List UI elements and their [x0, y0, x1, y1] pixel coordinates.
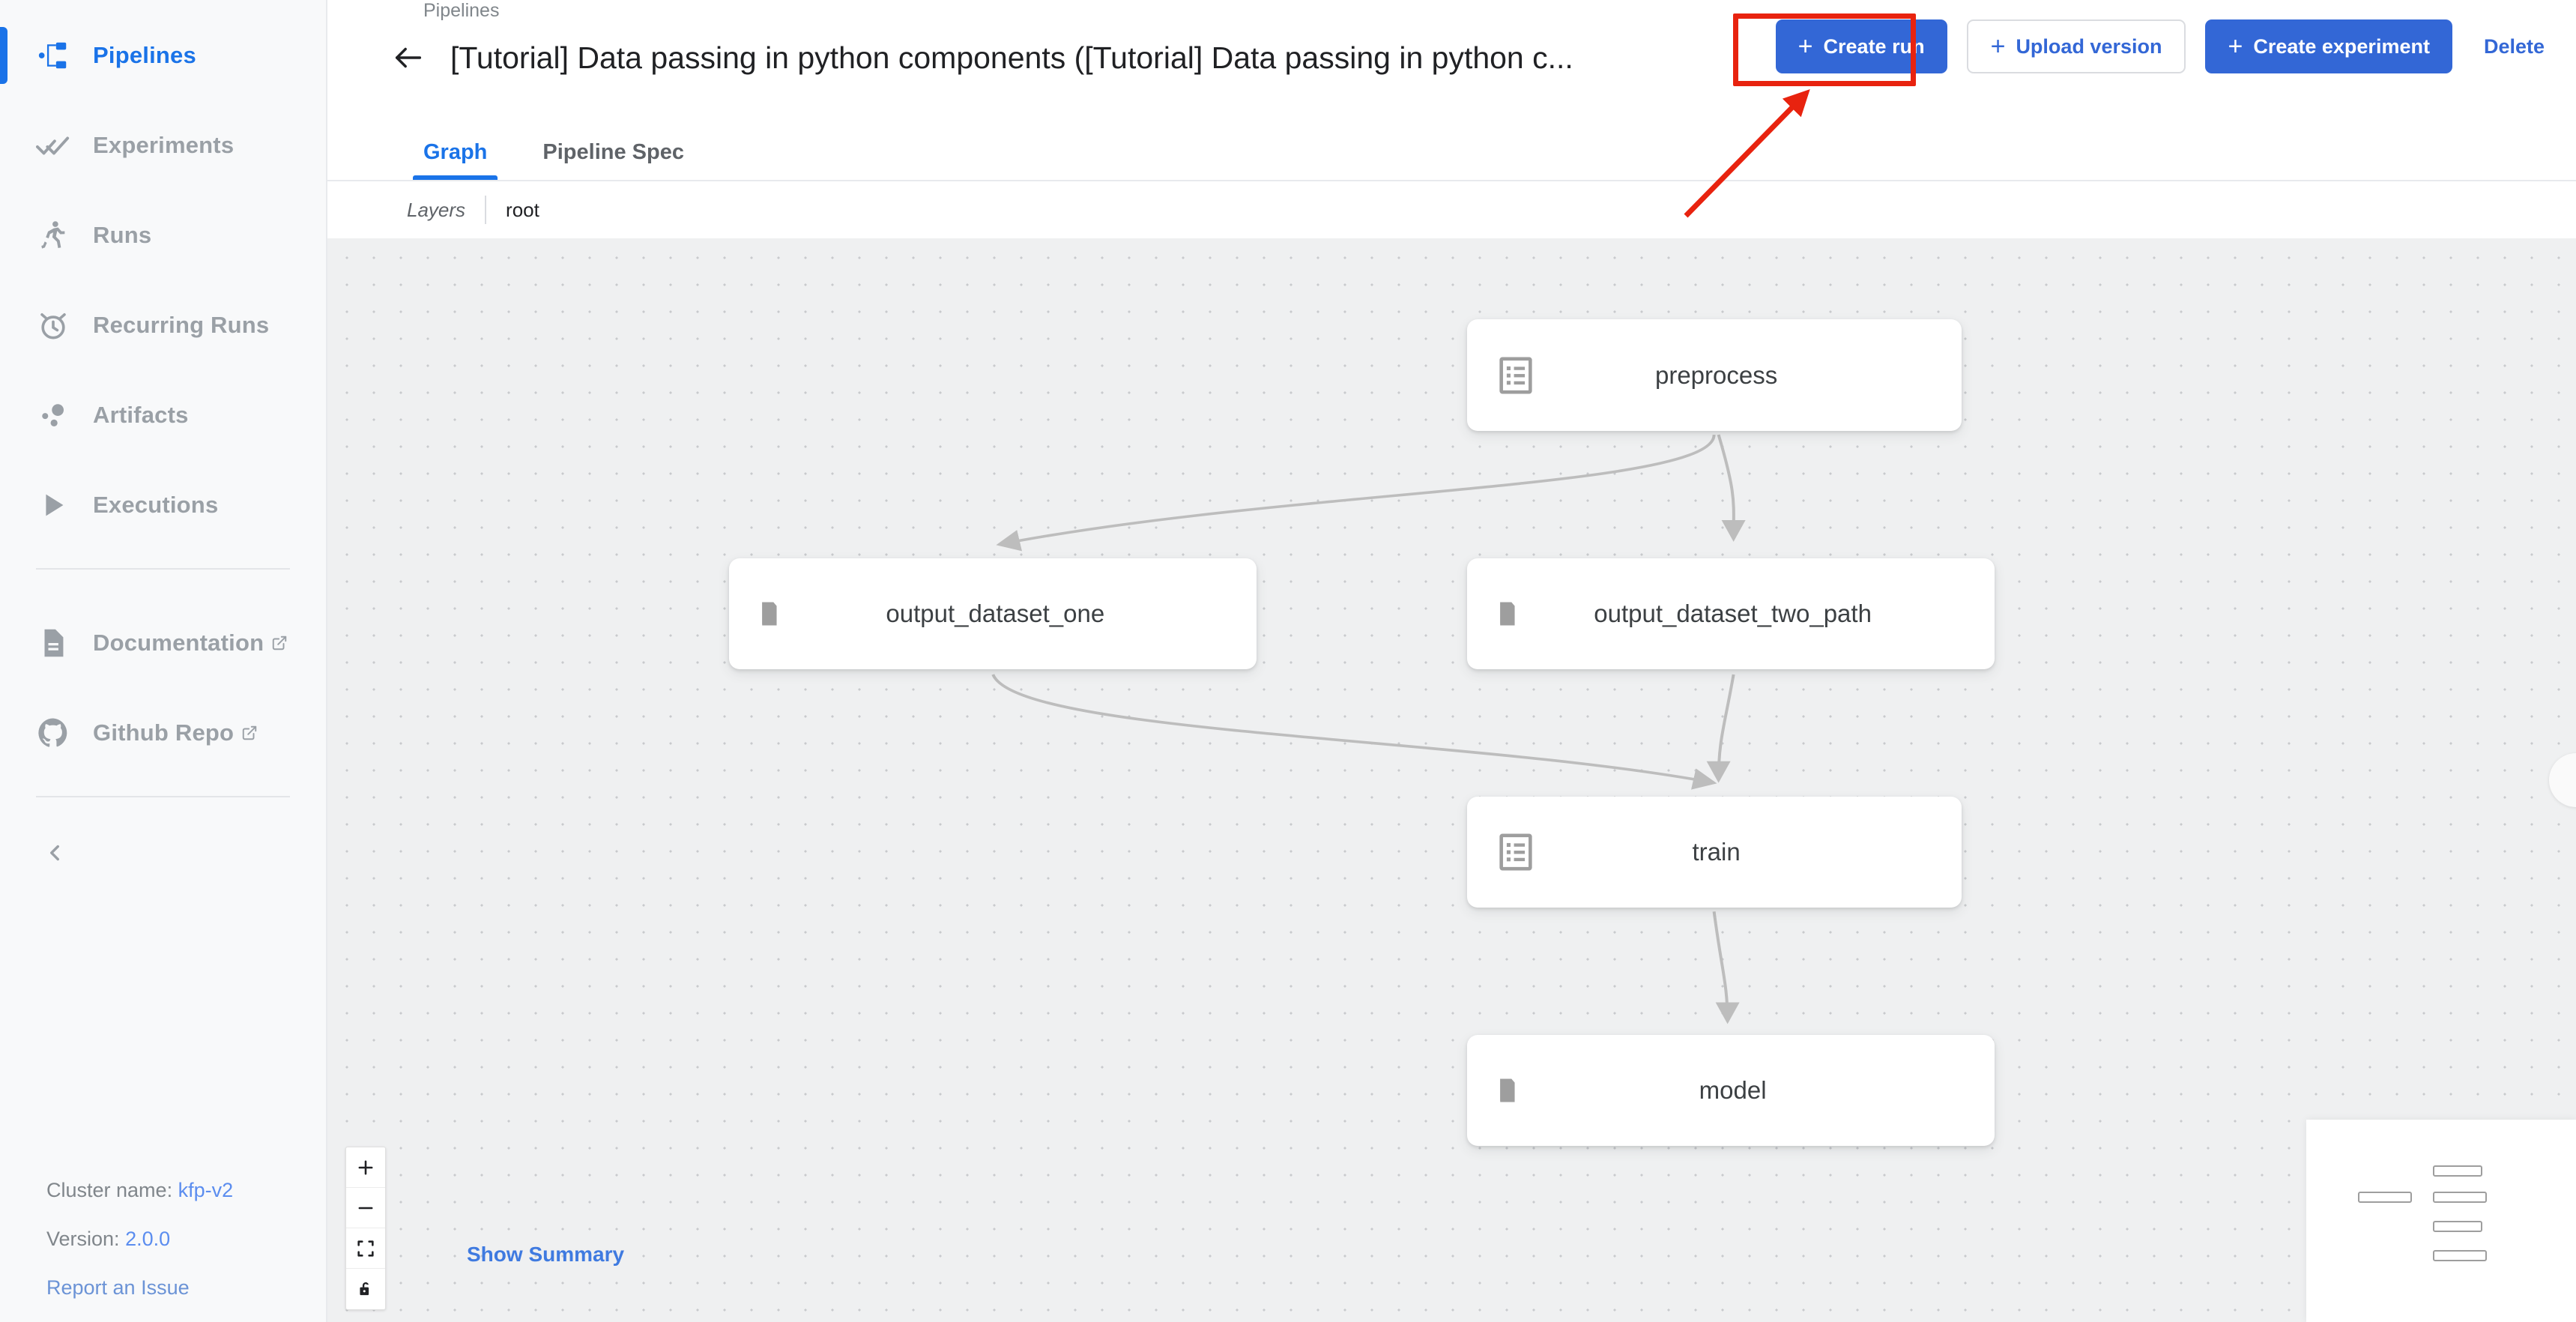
sidebar-item-runs[interactable]: Runs: [0, 190, 326, 280]
show-summary-link[interactable]: Show Summary: [467, 1243, 624, 1267]
experiments-icon: [36, 128, 82, 163]
runs-icon: [36, 218, 82, 253]
sidebar: Pipelines Experiments Runs Recurring Runs Ar…: [0, 0, 327, 1322]
graph-canvas[interactable]: preprocess output_dataset_one output_datas…: [327, 238, 2576, 1322]
app-root: Pipelines Experiments Runs Recurring Runs Ar…: [0, 0, 2576, 1322]
minimap-node: [2433, 1165, 2482, 1177]
recurring-runs-icon: [36, 308, 82, 342]
graph-node-label: train: [1692, 837, 1741, 866]
layers-label: Layers: [407, 198, 466, 221]
main-content: Pipelines [Tutorial] Data passing in pyt…: [327, 0, 2576, 1322]
sidebar-item-experiments[interactable]: Experiments: [0, 100, 326, 190]
graph-node-label: output_dataset_two_path: [1594, 599, 1872, 627]
sidebar-active-indicator: [0, 27, 7, 84]
sidebar-collapse-button[interactable]: [0, 815, 326, 890]
folder-icon: [1493, 591, 1539, 637]
back-arrow-icon[interactable]: [387, 37, 429, 79]
sidebar-nav: Pipelines Experiments Runs Recurring Runs Ar…: [0, 0, 326, 550]
minimap-node: [2358, 1192, 2412, 1203]
version-value[interactable]: 2.0.0: [125, 1228, 170, 1250]
graph-node-label: preprocess: [1654, 360, 1778, 389]
sidebar-item-label: Artifacts: [93, 402, 189, 428]
sidebar-divider-1: [36, 568, 290, 570]
breadcrumb[interactable]: Pipelines: [423, 0, 499, 22]
sidebar-footer: Cluster name: kfp-v2 Version: 2.0.0 Repo…: [0, 1179, 326, 1322]
delete-button[interactable]: Delete: [2472, 19, 2557, 73]
layers-separator: [485, 196, 487, 224]
sidebar-item-executions[interactable]: Executions: [0, 460, 326, 550]
upload-version-button[interactable]: + Upload version: [1966, 19, 2186, 73]
button-label: Delete: [2483, 34, 2545, 58]
sidebar-link-github-repo[interactable]: Github Repo: [0, 688, 326, 778]
chevron-left-icon: [42, 840, 67, 866]
sidebar-item-label: Experiments: [93, 132, 235, 158]
sidebar-item-recurring-runs[interactable]: Recurring Runs: [0, 280, 326, 370]
sidebar-link-documentation[interactable]: Documentation: [0, 598, 326, 688]
sidebar-item-label: Recurring Runs: [93, 312, 270, 338]
sidebar-link-label: Documentation: [93, 630, 264, 656]
sidebar-item-pipelines[interactable]: Pipelines: [0, 10, 326, 100]
folder-icon: [1493, 1067, 1539, 1114]
minimap-node: [2433, 1250, 2487, 1261]
tab-pipeline-spec[interactable]: Pipeline Spec: [526, 140, 701, 180]
version-line: Version: 2.0.0: [46, 1228, 326, 1251]
zoom-in-button[interactable]: [346, 1147, 385, 1188]
folder-icon: [755, 591, 801, 637]
create-experiment-button[interactable]: + Create experiment: [2205, 19, 2452, 73]
tab-graph[interactable]: Graph: [407, 140, 504, 180]
graph-minimap[interactable]: [2306, 1120, 2576, 1322]
sidebar-divider-2: [36, 796, 290, 797]
sidebar-item-label: Executions: [93, 492, 219, 518]
external-link-icon: [271, 635, 288, 651]
graph-edges: [991, 434, 1746, 1024]
plus-icon: +: [2228, 32, 2243, 61]
fit-screen-button[interactable]: [346, 1228, 385, 1269]
graph-node-output_dataset_one[interactable]: output_dataset_one: [729, 558, 1257, 669]
sidebar-link-label: Github Repo: [93, 719, 235, 746]
sidebar-item-artifacts[interactable]: Artifacts: [0, 370, 326, 460]
github-icon: [36, 716, 82, 750]
report-an-issue-link[interactable]: Report an Issue: [46, 1276, 326, 1300]
cluster-name-label: Cluster name:: [46, 1179, 178, 1201]
graph-node-model[interactable]: model: [1466, 1034, 1995, 1146]
executions-icon: [36, 488, 82, 522]
version-label: Version:: [46, 1228, 126, 1250]
external-link-icon: [241, 725, 258, 741]
zoom-out-button[interactable]: [346, 1188, 385, 1228]
minimap-node: [2433, 1221, 2482, 1232]
layers-breadcrumb-root[interactable]: root: [506, 199, 539, 222]
sidebar-links: Documentation Github Repo: [0, 588, 326, 778]
graph-node-train[interactable]: train: [1466, 796, 1962, 908]
tab-bar: Graph Pipeline Spec: [327, 112, 2576, 181]
page-title: [Tutorial] Data passing in python compon…: [450, 40, 1573, 75]
sidebar-item-label: Pipelines: [93, 42, 196, 68]
graph-node-label: model: [1699, 1075, 1767, 1104]
annotation-highlight-box: [1733, 13, 1916, 86]
button-label: Upload version: [2016, 34, 2162, 58]
layers-bar: Layers root: [327, 181, 2576, 238]
button-label: Create experiment: [2253, 34, 2430, 58]
top-bar: Pipelines [Tutorial] Data passing in pyt…: [327, 0, 2576, 112]
sidebar-item-label: Runs: [93, 222, 152, 248]
zoom-controls: [345, 1147, 386, 1310]
task-list-icon: [1493, 352, 1539, 399]
pipelines-icon: [36, 38, 82, 73]
minimap-node: [2433, 1192, 2487, 1203]
cluster-name-line: Cluster name: kfp-v2: [46, 1179, 326, 1202]
graph-node-preprocess[interactable]: preprocess: [1466, 319, 1962, 431]
task-list-icon: [1493, 829, 1539, 875]
graph-node-output_dataset_two_path[interactable]: output_dataset_two_path: [1466, 558, 1995, 669]
lock-toggle-button[interactable]: [346, 1269, 385, 1309]
plus-icon: +: [1990, 32, 2006, 61]
graph-node-label: output_dataset_one: [886, 599, 1105, 627]
cluster-name-value[interactable]: kfp-v2: [178, 1179, 234, 1201]
documentation-icon: [36, 626, 82, 660]
artifacts-icon: [36, 398, 82, 432]
